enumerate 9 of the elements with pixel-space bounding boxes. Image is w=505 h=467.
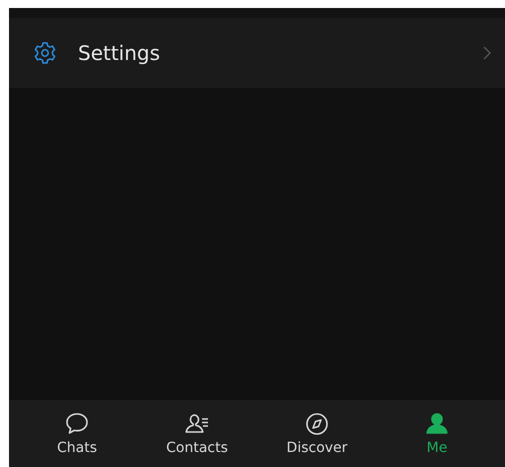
tab[interactable]: Me	[392, 400, 482, 467]
compass-icon	[303, 411, 331, 437]
tab[interactable]: Chats	[32, 400, 122, 467]
tab[interactable]: Discover	[272, 400, 362, 467]
tab[interactable]: Contacts	[152, 400, 242, 467]
settings-label: Settings	[78, 41, 162, 65]
settings-icon	[33, 41, 57, 65]
chevron-icon	[483, 46, 491, 60]
settings-row[interactable]: Settings	[9, 18, 505, 88]
